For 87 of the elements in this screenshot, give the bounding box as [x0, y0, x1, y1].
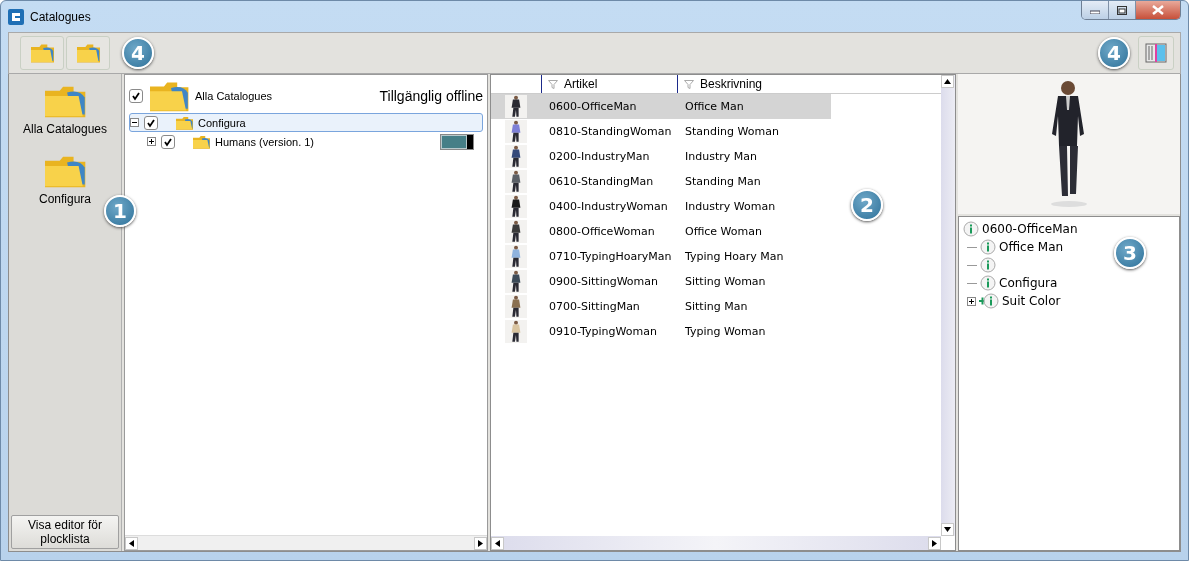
scrollbar[interactable] — [125, 535, 487, 550]
list-row[interactable]: 0810-StandingWoman Standing Woman — [491, 119, 831, 144]
info-icon — [980, 257, 996, 273]
folder-icon — [44, 84, 86, 118]
list-row[interactable]: 0710-TypingHoaryMan Typing Hoary Man — [491, 244, 831, 269]
folder-icon — [175, 115, 193, 130]
table-cell-text: Office Woman — [684, 225, 763, 238]
tree-item-label[interactable]: Alla Catalogues — [195, 90, 273, 102]
app-icon — [8, 8, 24, 25]
left-arrow-icon — [495, 539, 500, 547]
filter-icon — [548, 79, 558, 89]
list-row[interactable]: 0610-StandingMan Standing Man — [491, 169, 831, 194]
table-cell-text: 0400-IndustryWoman — [548, 200, 669, 213]
folder-icon — [76, 43, 100, 63]
table-cell-text: Typing Hoary Man — [684, 250, 785, 263]
maximize-icon — [1117, 5, 1127, 15]
table-cell-text: 0710-TypingHoaryMan — [548, 250, 673, 263]
close-icon — [1152, 5, 1164, 15]
tree-row[interactable]: Humans (version. 1) — [146, 132, 483, 151]
maximize-button[interactable] — [1109, 1, 1136, 19]
table-cell-text: 0800-OfficeWoman — [548, 225, 656, 238]
toolbar-button[interactable] — [1138, 36, 1174, 70]
table-cell-text: 0810-StandingWoman — [548, 125, 673, 138]
property-label: Suit Color — [1002, 294, 1061, 308]
property-label: Office Man — [999, 240, 1064, 254]
table-cell-text: Typing Woman — [684, 325, 767, 338]
list-row[interactable]: 0910-TypingWoman Typing Woman — [491, 319, 831, 344]
right-arrow-icon — [932, 539, 937, 547]
column-header[interactable]: Artikel — [541, 75, 677, 93]
callout-badge: 4 — [1098, 37, 1130, 69]
property-label: Configura — [999, 276, 1058, 290]
filter-icon — [684, 79, 694, 89]
tree-row[interactable]: Configura — [129, 113, 483, 132]
list-row[interactable]: 0800-OfficeWoman Office Woman — [491, 219, 831, 244]
table-cell-text: Industry Woman — [684, 200, 777, 213]
toolbar-button[interactable] — [20, 36, 64, 70]
close-button[interactable] — [1136, 1, 1180, 19]
table-cell-text: 0700-SittingMan — [548, 300, 641, 313]
down-arrow-icon — [944, 527, 951, 532]
sidebar-item[interactable]: Alla Catalogues — [20, 82, 110, 138]
info-icon — [980, 275, 996, 291]
left-arrow-icon — [129, 539, 134, 547]
callout-badge: 2 — [851, 189, 883, 221]
scrollbar[interactable] — [491, 536, 941, 550]
info-icon — [963, 221, 979, 237]
table-cell-text: Sitting Woman — [684, 275, 767, 288]
table-cell-text: 0900-SittingWoman — [548, 275, 660, 288]
add-info-icon — [979, 293, 999, 309]
callout-badge: 1 — [104, 195, 136, 227]
right-arrow-icon — [478, 539, 483, 547]
editor-button[interactable]: Visa editor för plocklista — [11, 515, 119, 549]
info-icon — [980, 239, 996, 255]
table-cell-text: 0610-StandingMan — [548, 175, 655, 188]
checkbox[interactable] — [161, 134, 175, 149]
list-row[interactable]: 0900-SittingWoman Sitting Woman — [491, 269, 831, 294]
list-row[interactable]: 0200-IndustryMan Industry Man — [491, 144, 831, 169]
window-title: Catalogues — [30, 9, 91, 24]
column-header[interactable]: Beskrivning — [677, 75, 827, 93]
table-cell-text: Office Man — [684, 100, 745, 113]
table-cell-text: Standing Man — [684, 175, 762, 188]
expander-icon[interactable] — [147, 137, 156, 146]
list-row[interactable]: 0700-SittingMan Sitting Man — [491, 294, 831, 319]
folder-icon — [30, 43, 54, 63]
expander-icon[interactable] — [130, 118, 139, 127]
sidebar-item[interactable]: Configura — [37, 152, 93, 208]
checkbox[interactable] — [129, 89, 143, 103]
table-cell-text: 0200-IndustryMan — [548, 150, 651, 163]
table-cell-text: Standing Woman — [684, 125, 780, 138]
property-label: 0600-OfficeMan — [982, 222, 1078, 236]
folder-icon — [192, 134, 210, 149]
callout-badge: 3 — [1114, 237, 1146, 269]
up-arrow-icon — [944, 79, 951, 84]
list-row[interactable]: 0400-IndustryWoman Industry Woman — [491, 194, 831, 219]
folder-icon — [149, 80, 189, 112]
table-cell-text: Industry Man — [684, 150, 758, 163]
checkbox[interactable] — [144, 115, 158, 130]
table-cell-text: 0600-OfficeMan — [548, 100, 638, 113]
expander-icon[interactable] — [967, 296, 976, 306]
columns-icon — [1145, 42, 1167, 64]
column-header: Tillgänglig offline — [379, 88, 483, 104]
list-row[interactable]: 0600-OfficeMan Office Man — [491, 94, 831, 119]
folder-icon — [44, 154, 86, 188]
table-cell-text: 0910-TypingWoman — [548, 325, 658, 338]
scrollbar[interactable] — [941, 75, 955, 536]
toolbar-button[interactable] — [66, 36, 110, 70]
table-cell-text: Sitting Man — [684, 300, 749, 313]
callout-badge: 4 — [122, 37, 154, 69]
